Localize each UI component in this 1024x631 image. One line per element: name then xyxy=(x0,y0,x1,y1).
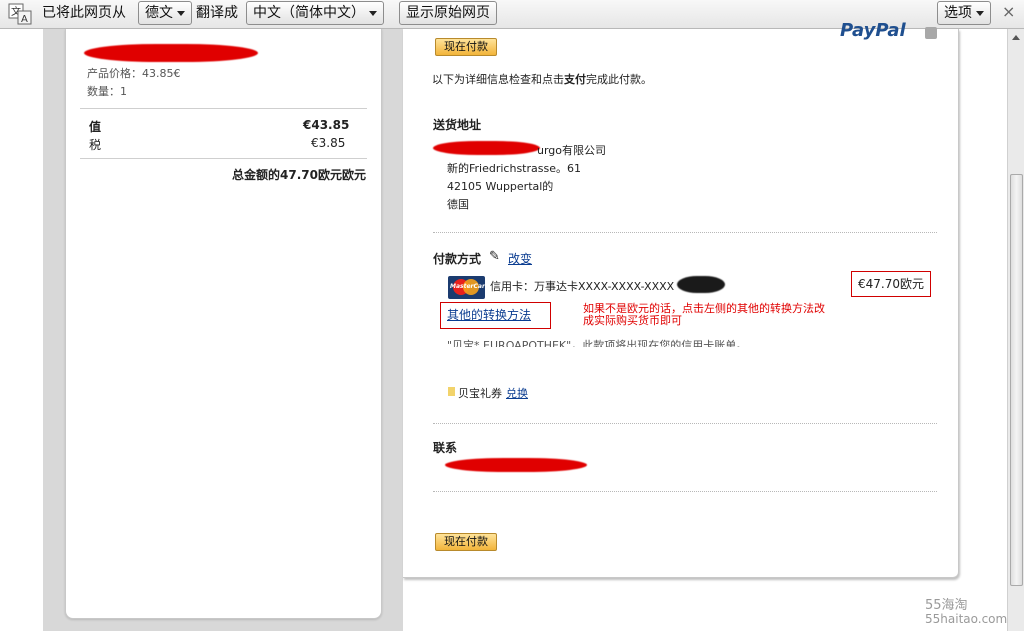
vertical-scrollbar[interactable] xyxy=(1007,29,1024,631)
change-payment-link[interactable]: 改变 xyxy=(508,250,532,267)
chevron-down-icon xyxy=(976,10,984,16)
show-original-button[interactable]: 显示原始网页 xyxy=(399,1,497,25)
watermark-line2: 55haitao.com xyxy=(925,612,1008,626)
svg-text:A: A xyxy=(21,14,28,25)
chevron-down-icon xyxy=(177,10,185,16)
annotation-line2: 成实际购买货币即可 xyxy=(583,314,682,327)
scroll-up-icon[interactable] xyxy=(1012,35,1020,40)
card-info: 信用卡：万事达卡XXXX-XXXX-XXXX xyxy=(490,280,675,293)
shipping-line3: 42105 Wuppertal的 xyxy=(447,180,554,193)
scrollbar-thumb[interactable] xyxy=(1010,174,1023,586)
redacted-product-name xyxy=(84,44,258,62)
shipping-line1: urgo有限公司 xyxy=(537,144,607,157)
close-icon[interactable]: × xyxy=(1002,3,1015,21)
section-divider xyxy=(433,491,937,492)
instructions: 以下为详细信息检查和点击支付完成此付款。 xyxy=(432,73,652,86)
divider xyxy=(80,158,367,159)
other-conversion-link[interactable]: 其他的转换方法 xyxy=(447,308,531,322)
coupon-icon xyxy=(448,387,455,396)
coupon-label: 贝宝礼券 xyxy=(458,387,502,400)
shipping-heading: 送货地址 xyxy=(433,118,482,132)
descriptor-clip: "贝宝* EUROAPOTHEK"，此款项将出现在您的信用卡账单。 xyxy=(447,337,767,347)
pencil-icon: ✎ xyxy=(489,249,500,264)
quantity: 数量：1 xyxy=(87,85,127,98)
order-total: 总金额的47.70欧元欧元 xyxy=(232,168,366,182)
translate-prefix: 已将此网页从 xyxy=(42,5,126,21)
pay-now-button-bottom[interactable]: 现在付款 xyxy=(435,533,497,551)
chevron-down-icon xyxy=(369,10,377,16)
redacted-contact xyxy=(445,458,587,472)
payment-heading: 付款方式 xyxy=(433,252,482,266)
section-divider xyxy=(433,423,937,424)
redeem-coupon-link[interactable]: 兑换 xyxy=(506,385,528,401)
watermark-line1: 55海淘 xyxy=(925,598,968,613)
payment-amount: €47.70欧元 xyxy=(851,271,931,297)
translate-icon: 文 A xyxy=(8,3,32,25)
card-descriptor: "贝宝* EUROAPOTHEK"，此款项将出现在您的信用卡账单。 xyxy=(447,339,748,347)
options-dropdown[interactable]: 选项 xyxy=(937,1,991,25)
shipping-line4: 德国 xyxy=(447,198,469,211)
pay-now-button-top[interactable]: 现在付款 xyxy=(435,38,497,56)
value-amount: €43.85 xyxy=(303,118,350,132)
mastercard-icon: MasterCard xyxy=(448,276,489,299)
contact-heading: 联系 xyxy=(433,441,458,455)
redacted-recipient xyxy=(433,141,540,155)
divider xyxy=(80,108,367,109)
value-label: 值 xyxy=(89,120,102,134)
redacted-card-number xyxy=(677,276,725,293)
paypal-logo: PayPal xyxy=(840,20,906,41)
shipping-line2: 新的Friedrichstrasse。61 xyxy=(447,162,581,175)
tax-amount: €3.85 xyxy=(311,136,346,150)
tax-label: 税 xyxy=(89,138,102,152)
target-language-dropdown[interactable]: 中文（简体中文） xyxy=(246,1,384,25)
source-language-dropdown[interactable]: 德文 xyxy=(138,1,192,25)
other-conversion-box: 其他的转换方法 xyxy=(440,302,551,329)
translate-middle: 翻译成 xyxy=(196,5,238,21)
product-price: 产品价格：43.85€ xyxy=(87,67,181,80)
lock-icon xyxy=(925,27,937,39)
section-divider xyxy=(433,232,937,233)
